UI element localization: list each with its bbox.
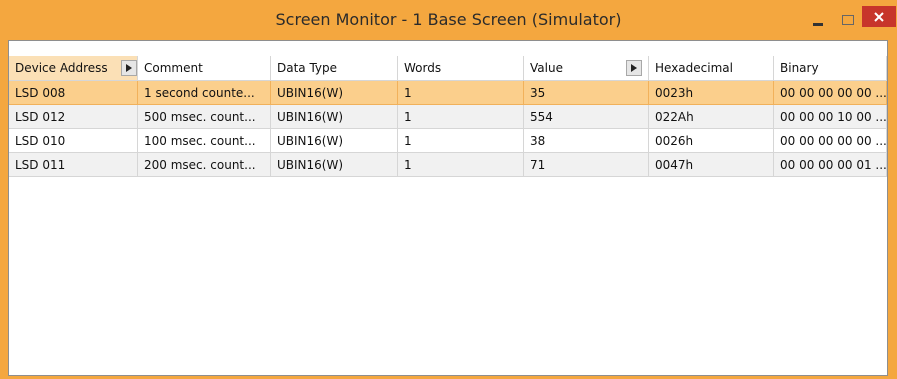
minimize-button[interactable] — [806, 5, 830, 35]
data-type-cell: UBIN16(W) — [271, 129, 398, 153]
column-header-label: Data Type — [277, 61, 338, 75]
monitor-table-area: Device Address Comment Data Type Words V… — [8, 40, 888, 376]
maximize-button[interactable] — [836, 5, 860, 35]
words-cell: 1 — [398, 81, 524, 105]
device-address-cell: LSD 012 — [9, 105, 138, 129]
words-cell: 1 — [398, 129, 524, 153]
value-format-button[interactable] — [626, 60, 642, 76]
table-row[interactable]: LSD 010 100 msec. count... UBIN16(W) 1 3… — [9, 129, 887, 153]
hexadecimal-cell: 022Ah — [649, 105, 774, 129]
minimize-icon — [813, 22, 823, 26]
hexadecimal-cell: 0023h — [649, 81, 774, 105]
column-chooser-button[interactable] — [121, 60, 137, 76]
column-header-label: Binary — [780, 61, 819, 75]
binary-cell: 00 00 00 10 00 ... — [774, 105, 887, 129]
close-button[interactable] — [862, 6, 896, 27]
column-header-label: Value — [530, 61, 563, 75]
data-type-cell: UBIN16(W) — [271, 81, 398, 105]
value-cell: 554 — [524, 105, 649, 129]
data-type-cell: UBIN16(W) — [271, 105, 398, 129]
data-type-cell: UBIN16(W) — [271, 153, 398, 177]
comment-cell: 1 second counte... — [138, 81, 271, 105]
device-address-cell: LSD 008 — [9, 81, 138, 105]
column-header-device-address[interactable]: Device Address — [9, 56, 138, 81]
table-row[interactable]: LSD 008 1 second counte... UBIN16(W) 1 3… — [9, 81, 887, 105]
column-header-binary[interactable]: Binary — [774, 56, 887, 81]
table-row[interactable]: LSD 011 200 msec. count... UBIN16(W) 1 7… — [9, 153, 887, 177]
screen-monitor-window: Screen Monitor - 1 Base Screen (Simulato… — [0, 0, 897, 379]
title-bar[interactable]: Screen Monitor - 1 Base Screen (Simulato… — [0, 0, 897, 40]
hexadecimal-cell: 0026h — [649, 129, 774, 153]
triangle-right-icon — [126, 64, 132, 72]
maximize-icon — [842, 15, 854, 25]
table-header: Device Address Comment Data Type Words V… — [9, 56, 887, 81]
comment-cell: 100 msec. count... — [138, 129, 271, 153]
binary-cell: 00 00 00 00 00 ... — [774, 81, 887, 105]
value-cell: 71 — [524, 153, 649, 177]
value-cell: 35 — [524, 81, 649, 105]
words-cell: 1 — [398, 153, 524, 177]
hexadecimal-cell: 0047h — [649, 153, 774, 177]
column-header-label: Words — [404, 61, 442, 75]
column-header-words[interactable]: Words — [398, 56, 524, 81]
triangle-right-icon — [631, 64, 637, 72]
device-address-cell: LSD 011 — [9, 153, 138, 177]
words-cell: 1 — [398, 105, 524, 129]
column-header-comment[interactable]: Comment — [138, 56, 271, 81]
device-address-cell: LSD 010 — [9, 129, 138, 153]
column-header-hexadecimal[interactable]: Hexadecimal — [649, 56, 774, 81]
column-header-label: Comment — [144, 61, 203, 75]
column-header-label: Device Address — [15, 61, 108, 75]
window-title: Screen Monitor - 1 Base Screen (Simulato… — [275, 10, 622, 29]
comment-cell: 500 msec. count... — [138, 105, 271, 129]
binary-cell: 00 00 00 00 00 ... — [774, 129, 887, 153]
column-header-label: Hexadecimal — [655, 61, 733, 75]
close-icon — [874, 11, 884, 22]
comment-cell: 200 msec. count... — [138, 153, 271, 177]
table-row[interactable]: LSD 012 500 msec. count... UBIN16(W) 1 5… — [9, 105, 887, 129]
binary-cell: 00 00 00 00 01 ... — [774, 153, 887, 177]
column-header-data-type[interactable]: Data Type — [271, 56, 398, 81]
value-cell: 38 — [524, 129, 649, 153]
